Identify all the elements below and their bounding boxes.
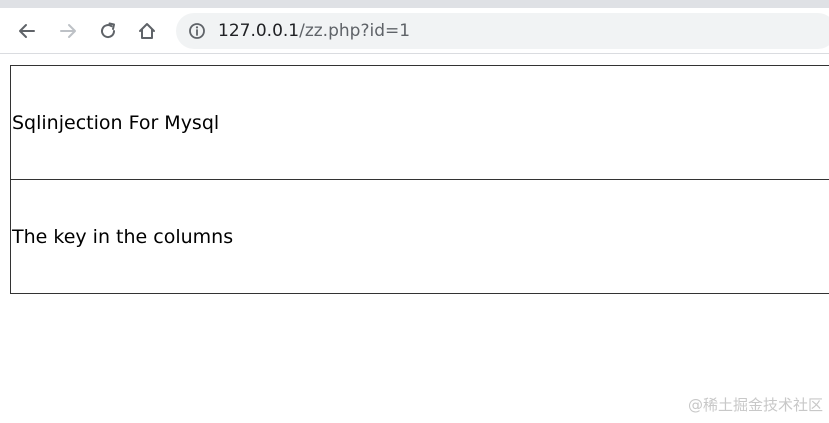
- page-content: Sqlinjection For Mysql The key in the co…: [0, 55, 829, 423]
- url-host: 127.0.0.1: [218, 21, 300, 41]
- table-cell: Sqlinjection For Mysql: [12, 111, 220, 134]
- url-text[interactable]: 127.0.0.1/zz.php?id=1: [218, 20, 410, 42]
- table-row: Sqlinjection For Mysql: [11, 66, 829, 180]
- info-icon[interactable]: [188, 22, 206, 40]
- home-icon: [139, 23, 155, 39]
- arrow-left-icon: [19, 24, 35, 38]
- home-button[interactable]: [134, 18, 160, 44]
- address-bar[interactable]: 127.0.0.1/zz.php?id=1: [176, 13, 829, 49]
- table-cell: The key in the columns: [10, 179, 829, 294]
- tab-strip: [0, 0, 829, 8]
- reload-button[interactable]: [95, 18, 121, 44]
- reload-icon: [101, 22, 116, 39]
- content-table: Sqlinjection For Mysql The key in the co…: [10, 65, 829, 294]
- watermark: @稀土掘金技术社区: [687, 396, 823, 414]
- arrow-right-icon: [60, 24, 76, 38]
- table-row: The key in the columns: [10, 179, 829, 294]
- back-button[interactable]: [14, 18, 40, 44]
- forward-button[interactable]: [55, 18, 81, 44]
- browser-toolbar: 127.0.0.1/zz.php?id=1: [0, 8, 829, 54]
- url-path: /zz.php?id=1: [299, 21, 411, 41]
